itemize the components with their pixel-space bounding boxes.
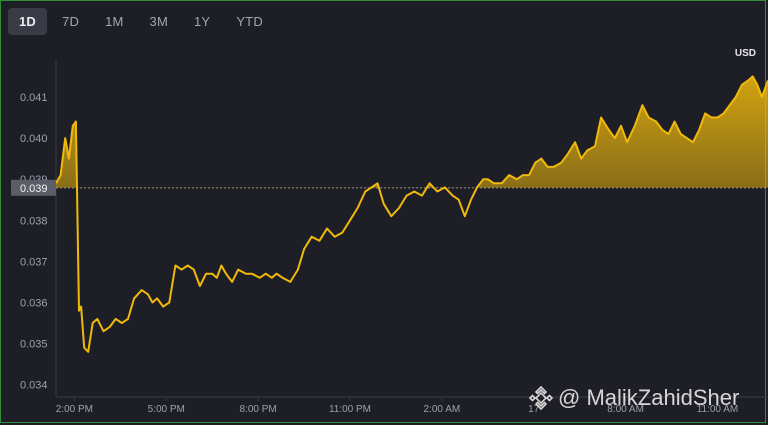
x-tick-label: 5:00 PM <box>148 404 185 415</box>
current-price-label: 0.039 <box>20 183 48 195</box>
watermark-text: @ MalikZahidSher <box>558 385 740 410</box>
x-tick-label: 2:00 AM <box>424 404 461 415</box>
x-tick-label: 2:00 PM <box>56 404 93 415</box>
currency-label: USD <box>735 48 756 59</box>
y-tick-label: 0.034 <box>20 380 48 392</box>
x-tick-label: 11:00 PM <box>329 404 371 415</box>
y-tick-label: 0.041 <box>20 92 48 104</box>
watermark: @ MalikZahidSher <box>528 385 739 411</box>
binance-logo-icon <box>528 385 554 411</box>
y-tick-label: 0.040 <box>20 133 48 145</box>
y-tick-label: 0.037 <box>20 256 48 268</box>
price-line <box>55 75 768 353</box>
y-tick-label: 0.036 <box>20 297 48 309</box>
y-tick-label: 0.038 <box>20 215 48 227</box>
x-tick-label: 8:00 PM <box>239 404 276 415</box>
price-area-fill <box>56 76 768 188</box>
y-tick-label: 0.035 <box>20 339 48 351</box>
price-chart[interactable]: 0.034 0.035 0.036 0.037 0.038 0.039 0.040 0.041… <box>0 0 768 425</box>
